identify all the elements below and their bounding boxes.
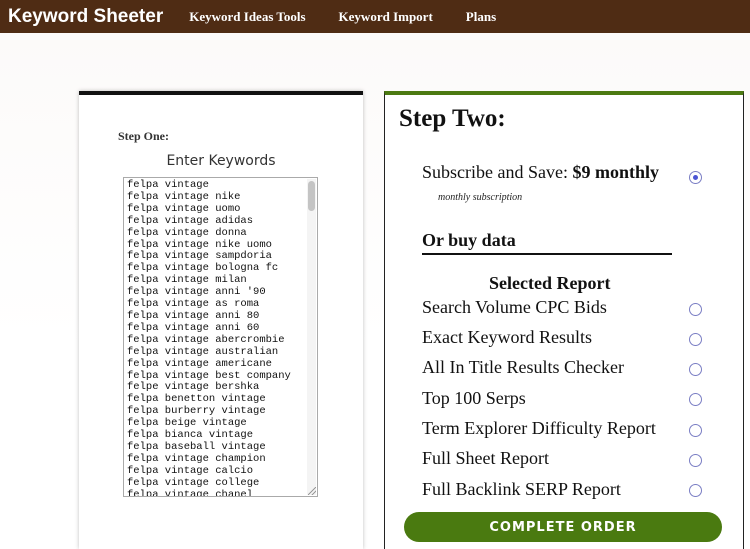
keyword-line: felpa vintage uomo [127,202,241,215]
keyword-line: felpa vintage australian [127,345,279,358]
report-radio-top-100-serps[interactable] [689,393,702,406]
nav-keyword-ideas-tools[interactable]: Keyword Ideas Tools [189,9,305,24]
keyword-line: felpa vintage college [127,476,260,489]
report-label-exact-keyword-results: Exact Keyword Results [422,327,592,347]
step-one-label: Step One: [118,129,169,143]
report-label-full-backlink-serp: Full Backlink SERP Report [422,479,621,499]
report-radio-exact-keyword-results[interactable] [689,333,702,346]
subscribe-radio[interactable] [689,171,702,184]
top-nav-bar: Keyword Sheeter Keyword Ideas Tools Keyw… [0,0,750,33]
subscribe-text: Subscribe and Save: [422,162,573,182]
main-nav: Keyword Ideas Tools Keyword Import Plans [189,8,525,26]
report-radio-full-backlink-serp[interactable] [689,484,702,497]
keyword-line: felpa vintage champion [127,452,266,465]
report-label-all-in-title: All In Title Results Checker [422,357,624,377]
step-two-title: Step Two: [399,105,506,132]
keyword-line: felpa vintage calcio [127,464,254,477]
keyword-line: felpa vintage anni 60 [127,321,260,334]
report-radio-all-in-title[interactable] [689,363,702,376]
brand-logo[interactable]: Keyword Sheeter [8,6,163,28]
subscription-note: monthly subscription [438,192,523,203]
report-label-term-explorer: Term Explorer Difficulty Report [422,418,656,438]
keywords-textarea[interactable]: felpa vintage felpa vintage nike felpa vin… [123,177,318,497]
keyword-line: felpa vintage donna [127,226,247,239]
buy-data-heading: Or buy data [422,230,672,255]
subscribe-price: $9 monthly [572,162,659,182]
enter-keywords-heading: Enter Keywords [166,153,276,169]
subscribe-option-label: Subscribe and Save: $9 monthly [422,162,659,183]
keyword-line: felpa vintage chanel [127,488,254,497]
keyword-line: felpa vintage abercrombie [127,333,285,346]
report-radio-full-sheet[interactable] [689,454,702,467]
nav-keyword-import[interactable]: Keyword Import [339,9,433,24]
resize-grip-icon[interactable] [308,487,316,495]
complete-order-button[interactable]: COMPLETE ORDER [404,512,722,542]
keyword-line: felpa vintage adidas [127,214,254,227]
report-label-top-100-serps: Top 100 Serps [422,388,526,408]
report-radio-term-explorer[interactable] [689,424,702,437]
report-label-full-sheet: Full Sheet Report [422,448,549,468]
report-radio-search-volume-cpc-bids[interactable] [689,303,702,316]
step-one-panel: Step One: Enter Keywords felpa vintage fe… [79,91,363,549]
report-label-search-volume-cpc-bids: Search Volume CPC Bids [422,297,607,317]
keyword-list: felpa vintage felpa vintage nike felpa vin… [127,179,291,497]
step-two-panel: Step Two: Subscribe and Save: $9 monthly… [384,91,744,549]
textarea-scrollbar[interactable] [307,179,316,495]
keyword-line: felpa vintage americane [127,357,272,370]
selected-report-heading: Selected Report [489,273,611,293]
nav-plans[interactable]: Plans [466,9,496,24]
scrollbar-thumb[interactable] [308,181,315,211]
